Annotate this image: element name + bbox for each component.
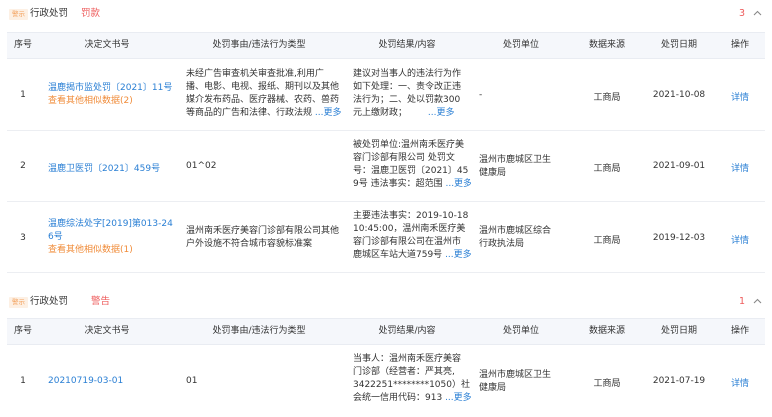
reason-line: 未经广告审查机关审查批准,利用广 xyxy=(186,69,324,79)
table-row: 2 温鹿卫医罚〔2021〕459号 01^02 被处罚单位:温州南禾医疗美 容门… xyxy=(7,131,765,202)
table-row: 1 温鹿揭市监处罚〔2021〕11号 查看其他相似数据(2) 未经广告审查机关审… xyxy=(7,59,765,131)
col-header: 处罚事由/违法行为类型 xyxy=(212,326,306,336)
data-source: 工商局 xyxy=(593,93,621,103)
reason-line: 播、电影、电视、报纸、期刊以及其他 xyxy=(186,82,340,92)
reason-line: 户外设施不符合城市容貌标准案 xyxy=(186,239,313,249)
col-header: 操作 xyxy=(730,326,749,336)
details-link[interactable]: 详情 xyxy=(715,90,765,103)
result-line: 被处罚单位:温州南禾医疗美 xyxy=(353,140,465,150)
penalty-date: 2021-10-08 xyxy=(652,90,706,100)
penalty-unit: 温州市鹿城区综合 xyxy=(479,226,552,236)
row-index: 2 xyxy=(20,161,26,171)
reason-line: 等商品的广告和法律、行政法规 xyxy=(186,108,313,118)
result-line: 门诊部（经营者：严其亮, xyxy=(353,367,455,377)
data-source: 工商局 xyxy=(593,379,621,389)
document-number-link-cont[interactable]: 6号 xyxy=(48,231,175,244)
penalty-unit: 温州市鹿城区卫生 xyxy=(479,370,552,380)
col-header: 处罚单位 xyxy=(502,326,539,336)
row-index: 1 xyxy=(20,90,26,100)
col-header: 操作 xyxy=(730,40,749,50)
more-link[interactable]: ...更多 xyxy=(315,108,342,118)
result-line: 鹿城区车站大道759号 xyxy=(353,250,443,260)
more-link[interactable]: ...更多 xyxy=(445,179,471,189)
document-number-link[interactable]: 温鹿综法处字[2019]第013-24 xyxy=(48,218,175,231)
result-line: 容门诊部有限公司在温州市 xyxy=(353,237,462,247)
result-line: 如下处理：一、责令改正违 xyxy=(353,82,462,92)
table-header: 序号 决定文书号 处罚事由/违法行为类型 处罚结果/内容 处罚单位 数据来源 处… xyxy=(7,318,765,345)
penalty-unit: - xyxy=(479,90,483,100)
row-index: 3 xyxy=(20,233,26,243)
data-source: 工商局 xyxy=(593,236,621,246)
col-header: 决定文书号 xyxy=(84,40,130,50)
document-number-link[interactable]: 20210719-03-01 xyxy=(48,376,175,386)
more-link[interactable]: ...更多 xyxy=(445,393,471,403)
result-line: 容门诊部有限公司 处罚文 xyxy=(353,153,455,163)
details-link[interactable]: 详情 xyxy=(715,161,765,174)
warning-badge: 警示 xyxy=(9,297,28,308)
col-header: 数据来源 xyxy=(588,326,625,336)
section-title: 行政处罚 xyxy=(30,296,69,307)
penalty-date: 2021-07-19 xyxy=(652,376,706,386)
penalty-tag: 警告 xyxy=(91,296,111,307)
result-line: 法行为；二、处以罚款300 xyxy=(353,95,461,105)
section-count: 3 xyxy=(738,8,745,19)
similar-data-link[interactable]: 查看其他相似数据(2) xyxy=(48,95,175,108)
result-line: 主要违法事实：2019-10-18 xyxy=(353,211,469,221)
result-line: 当事人：温州南禾医疗美容 xyxy=(353,354,462,364)
section-title: 行政处罚 xyxy=(30,8,69,19)
data-source: 工商局 xyxy=(593,164,621,174)
col-header: 处罚结果/内容 xyxy=(378,40,436,50)
document-number-link[interactable]: 温鹿揭市监处罚〔2021〕11号 xyxy=(48,82,175,95)
col-header: 序号 xyxy=(13,326,32,336)
penalty-unit: 温州市鹿城区卫生 xyxy=(479,155,552,165)
section-header-warning: 警示 行政处罚 警告 1 xyxy=(0,290,772,314)
col-header: 处罚日期 xyxy=(660,40,697,50)
section-header-fine: 警示 行政处罚 罚款 3 xyxy=(0,2,772,26)
reason-line: 01 xyxy=(186,376,198,386)
col-header: 处罚结果/内容 xyxy=(378,326,436,336)
col-header: 处罚单位 xyxy=(502,40,539,50)
penalty-date: 2021-09-01 xyxy=(652,161,706,171)
penalty-date: 2019-12-03 xyxy=(652,233,706,243)
col-header: 处罚日期 xyxy=(660,326,697,336)
table-row: 3 温鹿综法处字[2019]第013-24 6号 查看其他相似数据(1) 温州南… xyxy=(7,202,765,273)
result-line: 会统一信用代码：913 xyxy=(353,393,443,403)
table-header: 序号 决定文书号 处罚事由/违法行为类型 处罚结果/内容 处罚单位 数据来源 处… xyxy=(7,32,765,59)
more-link[interactable]: ...更多 xyxy=(445,250,471,260)
penalty-tag: 罚款 xyxy=(81,8,101,19)
row-index: 1 xyxy=(20,376,26,386)
details-link[interactable]: 详情 xyxy=(715,376,765,389)
details-link[interactable]: 详情 xyxy=(715,233,765,246)
result-line: 3422251********1050）社 xyxy=(353,380,470,390)
col-header: 决定文书号 xyxy=(84,326,130,336)
penalty-unit: 健康局 xyxy=(479,168,507,178)
chevron-up-icon[interactable] xyxy=(753,10,762,16)
warning-badge: 警示 xyxy=(9,9,28,20)
result-line: 元上缴财政； xyxy=(353,108,408,118)
penalty-unit: 健康局 xyxy=(479,383,507,393)
penalty-unit: 行政执法局 xyxy=(479,239,525,249)
result-line: 号：温鹿卫医罚〔2021〕45 xyxy=(353,166,469,176)
reason-line: 温州南禾医疗美容门诊部有限公司其他 xyxy=(186,226,340,236)
col-header: 处罚事由/违法行为类型 xyxy=(212,40,306,50)
chevron-up-icon[interactable] xyxy=(753,298,762,304)
result-line: 10:45:00，温州南禾医疗美 xyxy=(353,224,466,234)
result-line: 9号 违法事实：超范围 xyxy=(353,179,443,189)
table-row: 1 20210719-03-01 01 当事人：温州南禾医疗美容 门诊部（经营者… xyxy=(7,345,765,417)
more-link[interactable]: ...更多 xyxy=(428,108,455,118)
col-header: 数据来源 xyxy=(588,40,625,50)
document-number-link[interactable]: 温鹿卫医罚〔2021〕459号 xyxy=(48,161,175,174)
reason-line: 01^02 xyxy=(186,161,217,171)
section-count: 1 xyxy=(738,296,745,307)
result-line: 建议对当事人的违法行为作 xyxy=(353,69,462,79)
similar-data-link[interactable]: 查看其他相似数据(1) xyxy=(48,244,175,257)
reason-line: 媒介发布药品、医疗器械、农药、兽药 xyxy=(186,95,340,105)
col-header: 序号 xyxy=(13,40,32,50)
